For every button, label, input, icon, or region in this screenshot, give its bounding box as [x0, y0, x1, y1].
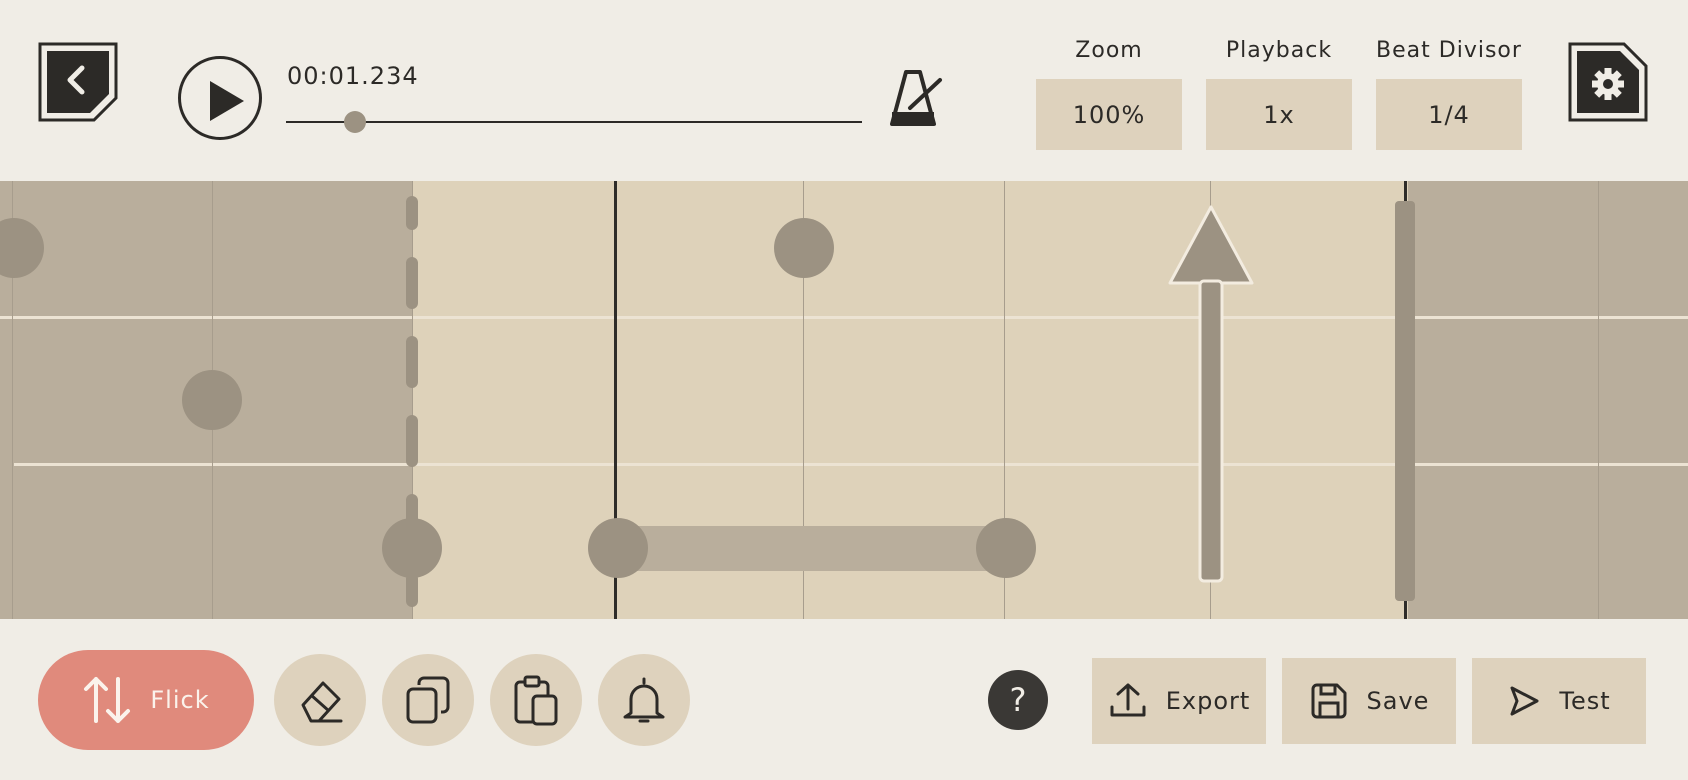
flick-tool-label: Flick: [150, 686, 210, 714]
selection-dash: [406, 196, 418, 230]
flick-arrows-icon: [84, 677, 131, 723]
hold-note-end[interactable]: [976, 518, 1036, 578]
beat-line: [1598, 181, 1599, 619]
slide-note[interactable]: [1395, 201, 1415, 601]
selection-dash: [406, 257, 418, 309]
zoom-value[interactable]: 100%: [1036, 79, 1182, 150]
bell-icon: [623, 677, 665, 723]
up-arrow-icon: [1168, 205, 1254, 583]
copy-tool-button[interactable]: [382, 654, 474, 746]
help-button[interactable]: ?: [988, 670, 1048, 730]
test-label: Test: [1559, 687, 1611, 715]
beat-divisor-label: Beat Divisor: [1376, 38, 1522, 63]
scrubber-handle[interactable]: [344, 111, 367, 133]
time-readout: 00:01.234: [287, 62, 419, 90]
lane-divider: [0, 316, 1688, 319]
gear-icon: [1568, 42, 1648, 122]
tap-note[interactable]: [382, 518, 442, 578]
test-button[interactable]: Test: [1472, 658, 1646, 744]
selection-dash: [406, 336, 418, 388]
playback-label: Playback: [1225, 38, 1333, 63]
chart-editor-area[interactable]: [0, 181, 1688, 619]
save-label: Save: [1366, 687, 1430, 715]
back-arrow-icon: [38, 42, 118, 122]
play-button[interactable]: [178, 56, 262, 140]
hold-note-body[interactable]: [618, 526, 1004, 571]
selection-dash: [406, 573, 418, 607]
metronome-icon: [890, 70, 942, 126]
floppy-disk-icon: [1311, 683, 1347, 719]
beat-divisor-value[interactable]: 1/4: [1376, 79, 1522, 150]
zoom-label: Zoom: [1075, 38, 1143, 63]
save-button[interactable]: Save: [1282, 658, 1456, 744]
export-label: Export: [1165, 687, 1251, 715]
sound-tool-button[interactable]: [598, 654, 690, 746]
metronome-button[interactable]: [888, 68, 944, 130]
flick-note[interactable]: [1166, 205, 1256, 585]
eraser-icon: [301, 681, 343, 723]
scrubber-track[interactable]: [286, 121, 862, 123]
tap-note[interactable]: [774, 218, 834, 278]
tap-note[interactable]: [182, 370, 242, 430]
upload-icon: [1110, 683, 1146, 717]
selection-dash: [406, 415, 418, 467]
paste-tool-button[interactable]: [490, 654, 582, 746]
play-outline-icon: [1510, 686, 1539, 716]
hold-note-start[interactable]: [588, 518, 648, 578]
lane-divider: [14, 463, 1688, 466]
export-button[interactable]: Export: [1092, 658, 1266, 744]
playback-speed-value[interactable]: 1x: [1206, 79, 1352, 150]
clipboard-icon: [514, 675, 558, 726]
back-button[interactable]: [38, 42, 118, 122]
copy-icon: [406, 676, 450, 724]
eraser-tool-button[interactable]: [274, 654, 366, 746]
play-icon: [210, 81, 244, 121]
flick-tool-button[interactable]: Flick: [38, 650, 254, 750]
out-of-range-region-right: [1408, 181, 1688, 619]
settings-button[interactable]: [1568, 42, 1648, 122]
